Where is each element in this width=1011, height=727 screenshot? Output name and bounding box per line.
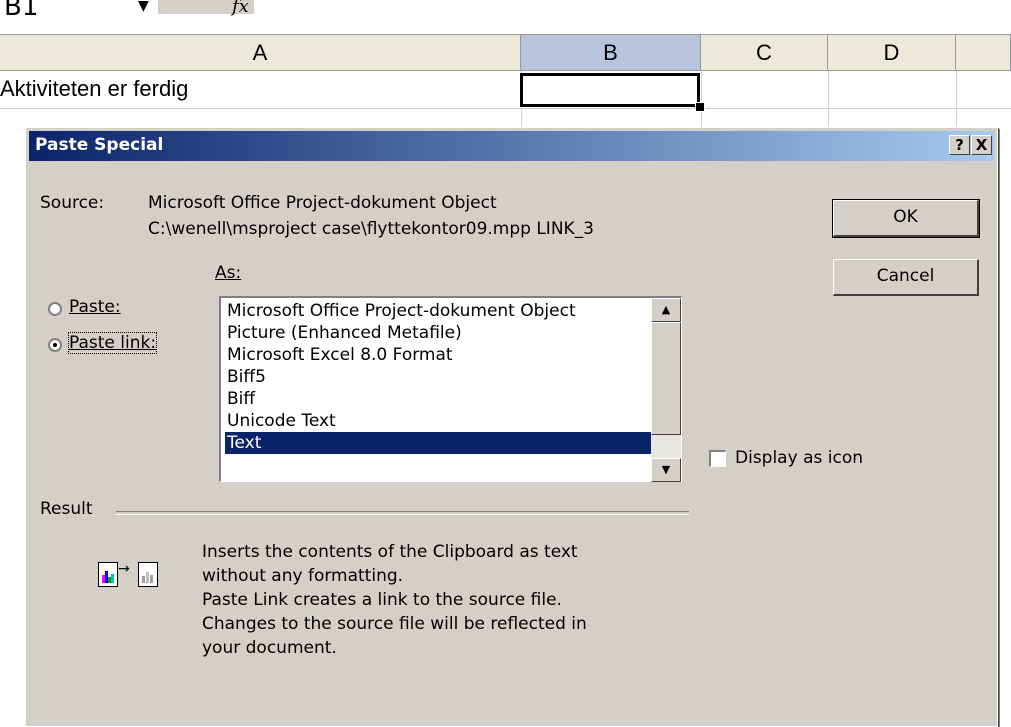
result-description: Inserts the contents of the Clipboard as… bbox=[202, 540, 587, 660]
format-listbox[interactable]: Microsoft Office Project-dokument Object… bbox=[219, 296, 682, 482]
fill-handle[interactable] bbox=[695, 102, 705, 112]
paste-radio[interactable] bbox=[48, 302, 62, 316]
result-line: Inserts the contents of the Clipboard as… bbox=[202, 542, 578, 562]
column-header-d[interactable]: D bbox=[828, 35, 956, 71]
list-item[interactable]: Unicode Text bbox=[225, 410, 653, 432]
column-header-a[interactable]: A bbox=[0, 35, 521, 71]
scroll-thumb[interactable] bbox=[651, 322, 681, 435]
cell-a1[interactable]: Aktiviteten er ferdig bbox=[0, 76, 188, 102]
source-document-icon bbox=[98, 562, 118, 587]
cancel-button[interactable]: Cancel bbox=[833, 259, 979, 296]
paste-link-radio-label[interactable]: Paste link: bbox=[67, 332, 158, 354]
dialog-title: Paste Special bbox=[35, 135, 164, 155]
display-as-icon-checkbox[interactable] bbox=[709, 450, 726, 467]
chevron-down-icon[interactable]: ▼ bbox=[138, 0, 149, 14]
list-item-selected[interactable]: Text bbox=[225, 432, 653, 454]
result-document-icon bbox=[138, 562, 158, 587]
result-line: without any formatting. bbox=[202, 566, 404, 586]
color-chart-icon bbox=[102, 571, 114, 583]
paste-link-radio[interactable] bbox=[48, 338, 62, 352]
result-label: Result bbox=[40, 499, 93, 519]
fx-icon[interactable]: fx bbox=[232, 0, 249, 17]
listbox-scrollbar[interactable]: ▲ ▼ bbox=[651, 298, 681, 482]
as-label: As: bbox=[215, 263, 242, 283]
dialog-titlebar[interactable]: Paste Special ? X bbox=[29, 131, 994, 161]
grid-line bbox=[0, 108, 1011, 109]
result-group-divider bbox=[116, 511, 689, 515]
scroll-down-icon[interactable]: ▼ bbox=[651, 458, 681, 482]
result-line: Paste Link creates a link to the source … bbox=[202, 590, 562, 610]
paste-special-dialog: Paste Special ? X Source: Microsoft Offi… bbox=[25, 127, 998, 727]
source-path: C:\wenell\msproject case\flyttekontor09.… bbox=[148, 219, 595, 239]
list-item[interactable]: Microsoft Office Project-dokument Object bbox=[225, 300, 653, 322]
radio-selected-dot bbox=[53, 343, 57, 347]
arrow-right-icon: → bbox=[118, 561, 130, 577]
result-line: Changes to the source file will be refle… bbox=[202, 614, 587, 634]
column-header-b[interactable]: B bbox=[521, 35, 701, 71]
list-item[interactable]: Biff bbox=[225, 388, 653, 410]
column-header-e[interactable] bbox=[956, 35, 1011, 71]
source-label: Source: bbox=[40, 193, 105, 213]
list-item[interactable]: Biff5 bbox=[225, 366, 653, 388]
gray-chart-icon bbox=[142, 572, 153, 583]
close-button[interactable]: X bbox=[971, 135, 992, 155]
active-cell-b1[interactable] bbox=[520, 73, 700, 107]
result-line: your document. bbox=[202, 638, 337, 658]
column-header-c[interactable]: C bbox=[701, 35, 828, 71]
ok-button[interactable]: OK bbox=[832, 199, 980, 238]
formula-bar: B1 ▼ fx bbox=[0, 0, 1011, 35]
help-button[interactable]: ? bbox=[949, 135, 970, 155]
display-as-icon-label[interactable]: Display as icon bbox=[735, 448, 863, 468]
source-name: Microsoft Office Project-dokument Object bbox=[148, 193, 497, 213]
scroll-up-icon[interactable]: ▲ bbox=[651, 298, 681, 322]
list-item[interactable]: Picture (Enhanced Metafile) bbox=[225, 322, 653, 344]
paste-radio-label[interactable]: Paste: bbox=[69, 297, 121, 317]
list-item[interactable]: Microsoft Excel 8.0 Format bbox=[225, 344, 653, 366]
